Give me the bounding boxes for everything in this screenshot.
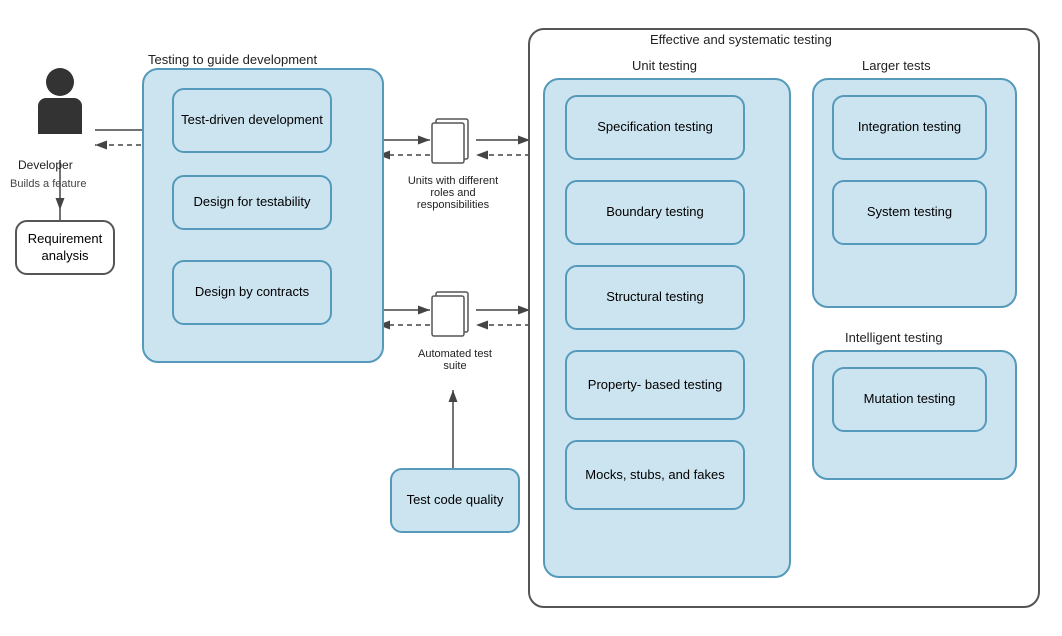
builds-feature-label: Builds a feature [10, 178, 86, 190]
diagram: Developer Builds a feature Requirement a… [0, 0, 1062, 636]
boundary-testing-box: Boundary testing [565, 180, 745, 245]
design-testability-box: Design for testability [172, 175, 332, 230]
units-label: Units with different roles and responsib… [403, 175, 503, 211]
mutation-testing-label: Mutation testing [864, 391, 956, 408]
test-driven-label: Test-driven development [181, 112, 323, 129]
boundary-testing-label: Boundary testing [606, 204, 704, 221]
mutation-testing-box: Mutation testing [832, 367, 987, 432]
requirement-analysis-box: Requirement analysis [15, 220, 115, 275]
integration-testing-label: Integration testing [858, 119, 961, 136]
structural-testing-box: Structural testing [565, 265, 745, 330]
larger-tests-label: Larger tests [862, 58, 931, 73]
developer-head [46, 68, 74, 96]
specification-testing-label: Specification testing [597, 119, 713, 136]
structural-testing-label: Structural testing [606, 289, 704, 306]
requirement-analysis-label: Requirement analysis [17, 231, 113, 265]
unit-testing-outer: Specification testing Boundary testing S… [543, 78, 791, 578]
testing-guide-outer: Test-driven development Design for testa… [142, 68, 384, 363]
test-code-quality-box: Test code quality [390, 468, 520, 533]
test-driven-box: Test-driven development [172, 88, 332, 153]
effective-label: Effective and systematic testing [650, 32, 832, 47]
unit-testing-label: Unit testing [632, 58, 697, 73]
intelligent-testing-outer: Mutation testing [812, 350, 1017, 480]
design-contracts-box: Design by contracts [172, 260, 332, 325]
specification-testing-box: Specification testing [565, 95, 745, 160]
test-code-quality-label: Test code quality [407, 492, 504, 509]
system-testing-box: System testing [832, 180, 987, 245]
developer-body [38, 98, 82, 134]
intelligent-testing-label: Intelligent testing [845, 330, 943, 345]
document-icon-1 [430, 115, 476, 178]
larger-tests-outer: Integration testing System testing [812, 78, 1017, 308]
mocks-stubs-box: Mocks, stubs, and fakes [565, 440, 745, 510]
design-testability-label: Design for testability [193, 194, 310, 211]
developer-label: Developer [18, 158, 73, 172]
system-testing-label: System testing [867, 204, 952, 221]
document-icon-2 [430, 288, 476, 351]
property-based-label: Property- based testing [588, 377, 722, 394]
property-based-box: Property- based testing [565, 350, 745, 420]
mocks-stubs-label: Mocks, stubs, and fakes [585, 467, 724, 484]
design-contracts-label: Design by contracts [195, 284, 309, 301]
developer-figure [30, 68, 90, 148]
integration-testing-box: Integration testing [832, 95, 987, 160]
testing-guide-label: Testing to guide development [148, 52, 317, 67]
automated-label: Automated test suite [405, 348, 505, 372]
